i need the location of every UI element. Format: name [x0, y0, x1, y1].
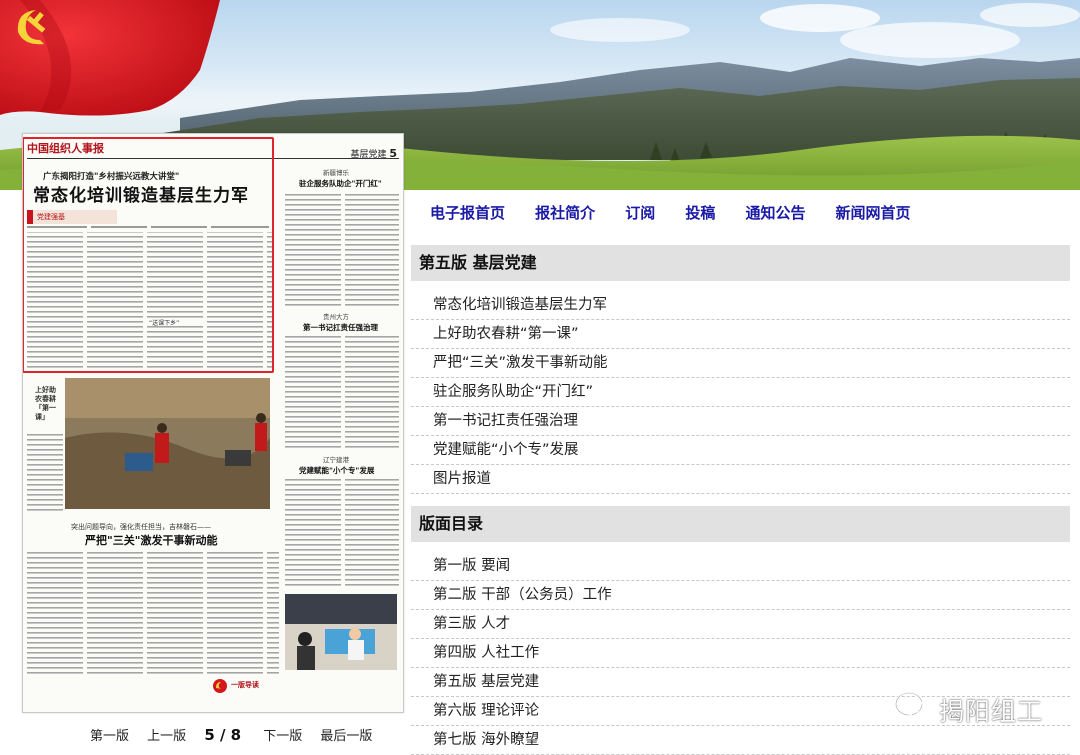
prev-page-link[interactable]: 上一版: [147, 729, 186, 744]
article-link[interactable]: 常态化培训锻造基层生力军: [411, 291, 1070, 320]
page-link[interactable]: 第二版 干部（公务员）工作: [411, 581, 1070, 610]
right-head2: 第一书记扛责任强治理: [303, 323, 378, 332]
nav-about[interactable]: 报社简介: [535, 204, 595, 222]
first-page-link[interactable]: 第一版: [90, 729, 129, 744]
watermark-text: 揭阳组工: [939, 697, 1044, 726]
page-link[interactable]: 第一版 要闻: [411, 552, 1070, 581]
current-page-indicator: 5 / 8: [204, 726, 242, 744]
wechat-icon: [894, 691, 934, 723]
right-head3: 党建赋能"小个专"发展: [299, 466, 375, 475]
article-link[interactable]: 图片报道: [411, 465, 1070, 494]
article-link[interactable]: 上好助农春耕“第一课”: [411, 320, 1070, 349]
right-column-text: [285, 336, 399, 448]
top-nav: 电子报首页 报社简介 订阅 投稿 通知公告 新闻网首页: [430, 202, 936, 223]
article-link[interactable]: 驻企服务队助企“开门红”: [411, 378, 1070, 407]
front-page-guide[interactable]: 一版导读: [213, 679, 263, 697]
selected-article-highlight[interactable]: [23, 137, 274, 373]
article-link[interactable]: 第一书记扛责任强治理: [411, 407, 1070, 436]
nav-epaper-home[interactable]: 电子报首页: [430, 204, 505, 222]
article2-text: [27, 552, 279, 676]
article2-subhead: 突出问题导向，强化责任担当，吉林磐石——: [71, 523, 211, 531]
right-head1: 驻企服务队助企"开门红": [299, 179, 382, 188]
section-articles-title: 第五版 基层党建: [411, 245, 1070, 281]
right-head3-small: 辽宁建港: [323, 456, 349, 464]
newspaper-page-image[interactable]: 中国组织人事报 基层党建 5 广东揭阳打造"乡村振兴远教大讲堂" 常态化培训锻造…: [22, 133, 404, 713]
article2-headline: 严把"三关"激发干事新动能: [85, 534, 218, 547]
right-column-text: [285, 194, 399, 306]
farm-photo: [65, 378, 270, 509]
last-page-link[interactable]: 最后一版: [320, 729, 372, 744]
article-link[interactable]: 党建赋能“小个专”发展: [411, 436, 1070, 465]
front-page-guide-label: 一版导读: [231, 681, 259, 689]
photo-caption-vertical: 上好助农春耕「第一课」: [35, 386, 56, 421]
page-link[interactable]: 第四版 人社工作: [411, 639, 1070, 668]
right-column-text: [285, 479, 399, 589]
photo-side-text: [27, 434, 63, 514]
nav-submit[interactable]: 投稿: [685, 204, 715, 222]
article-link[interactable]: 严把“三关”激发干事新动能: [411, 349, 1070, 378]
nav-subscribe[interactable]: 订阅: [625, 204, 655, 222]
right-head2-small: 贵州大方: [323, 313, 349, 321]
party-emblem-icon: [213, 679, 227, 693]
right-head1-small: 新疆博乐: [323, 169, 349, 177]
studio-photo: [285, 594, 397, 670]
nav-notices[interactable]: 通知公告: [745, 204, 805, 222]
next-page-link[interactable]: 下一版: [263, 729, 302, 744]
section-articles-list: 常态化培训锻造基层生力军 上好助农春耕“第一课” 严把“三关”激发干事新动能 驻…: [411, 291, 1070, 494]
section-index-title: 版面目录: [411, 506, 1070, 542]
page-link[interactable]: 第七版 海外瞭望: [411, 726, 1070, 755]
page-pager: 第一版 上一版 5 / 8 下一版 最后一版: [90, 725, 386, 744]
page-link[interactable]: 第三版 人才: [411, 610, 1070, 639]
nav-news-home[interactable]: 新闻网首页: [836, 204, 911, 222]
